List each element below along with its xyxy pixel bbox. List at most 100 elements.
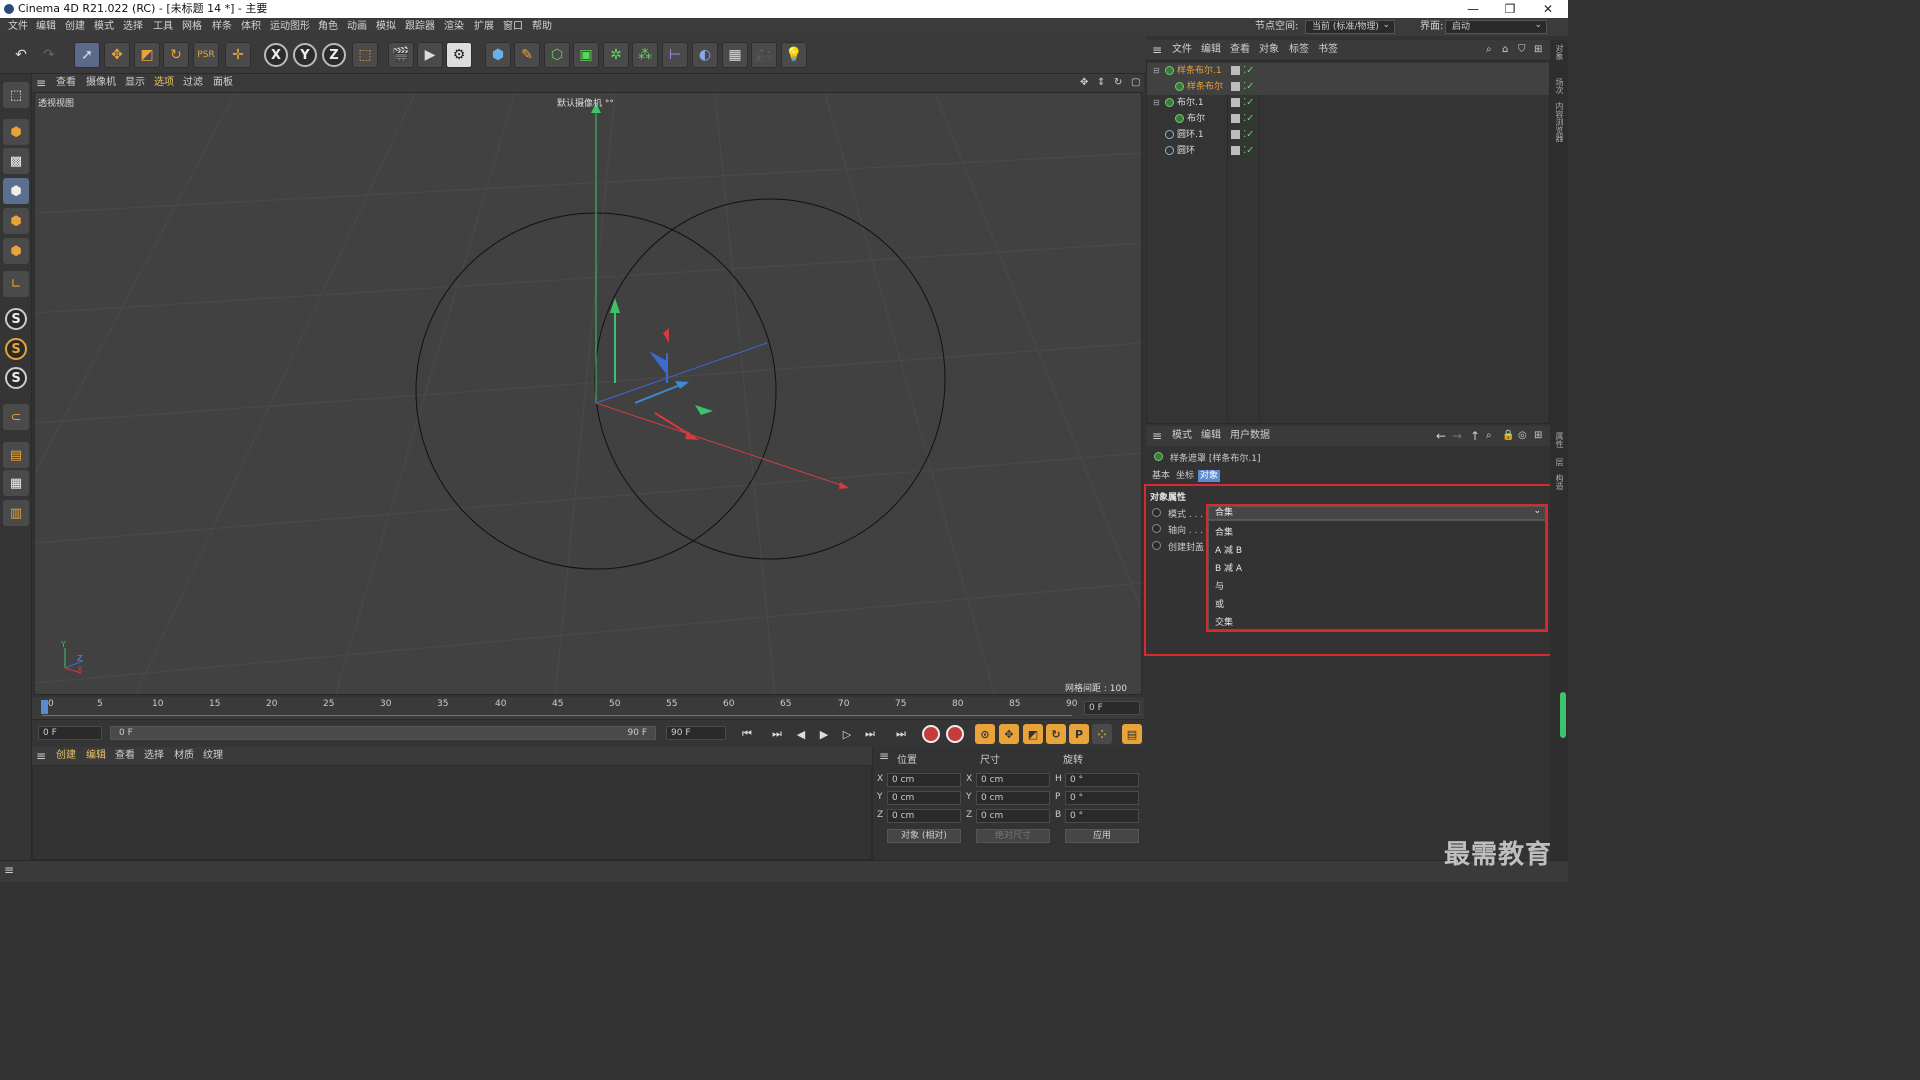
menu-extensions[interactable]: 扩展 (474, 18, 494, 36)
target-icon[interactable]: ◎ (1518, 426, 1527, 446)
snap-icon[interactable]: S (5, 308, 27, 330)
layer-icon[interactable] (1231, 82, 1240, 91)
layer-icon[interactable] (1231, 146, 1240, 155)
menu-mode[interactable]: 模式 (94, 18, 114, 36)
object-row[interactable]: 样条布尔 ⁚✓ (1147, 79, 1549, 95)
autokey-icon[interactable] (946, 725, 964, 743)
snap-settings-icon[interactable]: S (5, 338, 27, 360)
material-menu-material[interactable]: 材质 (174, 747, 194, 765)
node-space-select[interactable]: 当前 (标准/物理) (1305, 19, 1395, 34)
apply-button[interactable]: 应用 (1065, 829, 1139, 843)
minimize-button[interactable]: — (1455, 0, 1491, 18)
keyframe-selection-icon[interactable]: ⊙ (975, 724, 995, 744)
goto-end-icon[interactable]: ⏭ (892, 725, 910, 743)
forward-arrow-icon[interactable]: → (1452, 426, 1462, 446)
frame-range-slider[interactable]: 0 F 90 F (110, 726, 656, 740)
menu-tracker[interactable]: 跟踪器 (405, 18, 435, 36)
object-search-icon[interactable]: ⌕ (1486, 40, 1492, 60)
y-axis-button[interactable]: Y (293, 43, 317, 67)
render-settings-icon[interactable]: ⚙ (446, 42, 472, 68)
dock-tab-content-browser[interactable]: 内容浏览器 (1554, 102, 1565, 142)
menu-simulate[interactable]: 模拟 (376, 18, 396, 36)
lock-icon[interactable]: 🔒 (1502, 426, 1514, 446)
layer-icon[interactable] (1231, 66, 1240, 75)
workplane-snap-icon[interactable]: S (5, 367, 27, 389)
undo-icon[interactable]: ↶ (8, 42, 34, 68)
attr-menu-userdata[interactable]: 用户数据 (1230, 426, 1270, 446)
perspective-viewport[interactable]: 透视视图 默认摄像机 °° 网格间距 : 100 cm Y Z X (34, 92, 1142, 695)
close-button[interactable]: ✕ (1530, 0, 1566, 18)
object-home-icon[interactable]: ⌂ (1502, 40, 1508, 60)
points-mode-icon[interactable]: ⬢ (3, 178, 29, 204)
attr-new-window-icon[interactable]: ⊞ (1534, 426, 1542, 446)
dock-tab-takes[interactable]: 场次 (1554, 78, 1565, 94)
record-icon[interactable] (922, 725, 940, 743)
start-frame-field[interactable]: 0 F (38, 726, 102, 740)
tab-object[interactable]: 对象 (1198, 470, 1221, 482)
viewport-menu-display[interactable]: 显示 (125, 74, 145, 92)
object-row[interactable]: ⊟ 布尔.1 ⁚✓ (1147, 95, 1549, 111)
object-row[interactable]: 圆环 ⁚✓ (1147, 143, 1549, 159)
dock-scroll-indicator[interactable] (1560, 692, 1566, 738)
rotate-icon[interactable]: ↻ (163, 42, 189, 68)
object-menu-edit[interactable]: 编辑 (1201, 40, 1221, 60)
menu-mograph[interactable]: 运动图形 (270, 18, 310, 36)
coord-mode-select[interactable]: 对象 (相对) (887, 829, 961, 843)
viewport-menu-filter[interactable]: 过滤 (183, 74, 203, 92)
attr-menu-mode[interactable]: 模式 (1172, 426, 1192, 446)
goto-start-icon[interactable]: ⏮ (738, 725, 756, 743)
pen-icon[interactable]: ✎ (514, 42, 540, 68)
viewport-menu-icon[interactable]: ≡ (36, 74, 46, 92)
menu-edit[interactable]: 编辑 (36, 18, 56, 36)
material-menu-create[interactable]: 创建 (56, 747, 76, 765)
next-frame-icon[interactable]: ▷ (838, 725, 856, 743)
play-icon[interactable]: ▶ (815, 725, 833, 743)
object-row[interactable]: ⊟ 样条布尔.1 ⁚✓ (1147, 63, 1549, 79)
size-y-field[interactable]: 0 cm (976, 791, 1050, 805)
camera-icon[interactable]: 🎥 (751, 42, 777, 68)
scale-icon[interactable]: ◩ (134, 42, 160, 68)
object-menu-icon[interactable]: ≡ (1152, 40, 1162, 60)
attr-menu-edit[interactable]: 编辑 (1201, 426, 1221, 446)
menu-animate[interactable]: 动画 (347, 18, 367, 36)
object-menu-tags[interactable]: 标签 (1289, 40, 1309, 60)
move-icon[interactable]: ✥ (104, 42, 130, 68)
object-menu-objects[interactable]: 对象 (1259, 40, 1279, 60)
viewport-zoom-icon[interactable]: ⇕ (1097, 74, 1105, 92)
subdivision-icon[interactable]: ⬡ (544, 42, 570, 68)
visibility-check-icon[interactable]: ⁚✓ (1243, 127, 1255, 143)
dock-tab-construction[interactable]: 构造 (1554, 474, 1565, 490)
viewport-rotate-icon[interactable]: ↻ (1114, 74, 1122, 92)
next-key-icon[interactable]: ⏭ (861, 725, 879, 743)
coordinate-system-icon[interactable]: ⬚ (352, 42, 378, 68)
current-frame-field[interactable]: 0 F (1084, 701, 1140, 715)
camera-label[interactable]: 默认摄像机 °° (557, 96, 614, 109)
live-selection-icon[interactable]: ➚ (74, 42, 100, 68)
edges-mode-icon[interactable]: ⬢ (3, 208, 29, 234)
material-area[interactable] (32, 765, 872, 860)
x-axis-button[interactable]: X (264, 43, 288, 67)
field-icon[interactable]: ◐ (692, 42, 718, 68)
restore-button[interactable]: ❐ (1492, 0, 1528, 18)
light-icon[interactable]: 💡 (781, 42, 807, 68)
key-parameter-icon[interactable]: P (1069, 724, 1089, 744)
prev-frame-icon[interactable]: ◀ (792, 725, 810, 743)
object-row[interactable]: 布尔 ⁚✓ (1147, 111, 1549, 127)
menu-render[interactable]: 渲染 (444, 18, 464, 36)
z-axis-button[interactable]: Z (322, 43, 346, 67)
object-name[interactable]: 样条布尔.1 (1177, 63, 1222, 79)
visibility-check-icon[interactable]: ⁚✓ (1243, 63, 1255, 79)
coord-size-select[interactable]: 绝对尺寸 (976, 829, 1050, 843)
material-menu-icon[interactable]: ≡ (36, 747, 46, 765)
render-picture-viewer-icon[interactable]: ▶ (417, 42, 443, 68)
magnet-icon[interactable]: ⊂ (3, 404, 29, 430)
deformer-icon[interactable]: ⊢ (662, 42, 688, 68)
layer-icon[interactable] (1231, 98, 1240, 107)
object-name[interactable]: 布尔 (1187, 111, 1205, 127)
material-menu-edit[interactable]: 编辑 (86, 747, 106, 765)
object-name[interactable]: 布尔.1 (1177, 95, 1204, 111)
material-menu-texture[interactable]: 纹理 (203, 747, 223, 765)
menu-spline[interactable]: 样条 (212, 18, 232, 36)
rot-h-field[interactable]: 0 ° (1065, 773, 1139, 787)
visibility-check-icon[interactable]: ⁚✓ (1243, 79, 1255, 95)
